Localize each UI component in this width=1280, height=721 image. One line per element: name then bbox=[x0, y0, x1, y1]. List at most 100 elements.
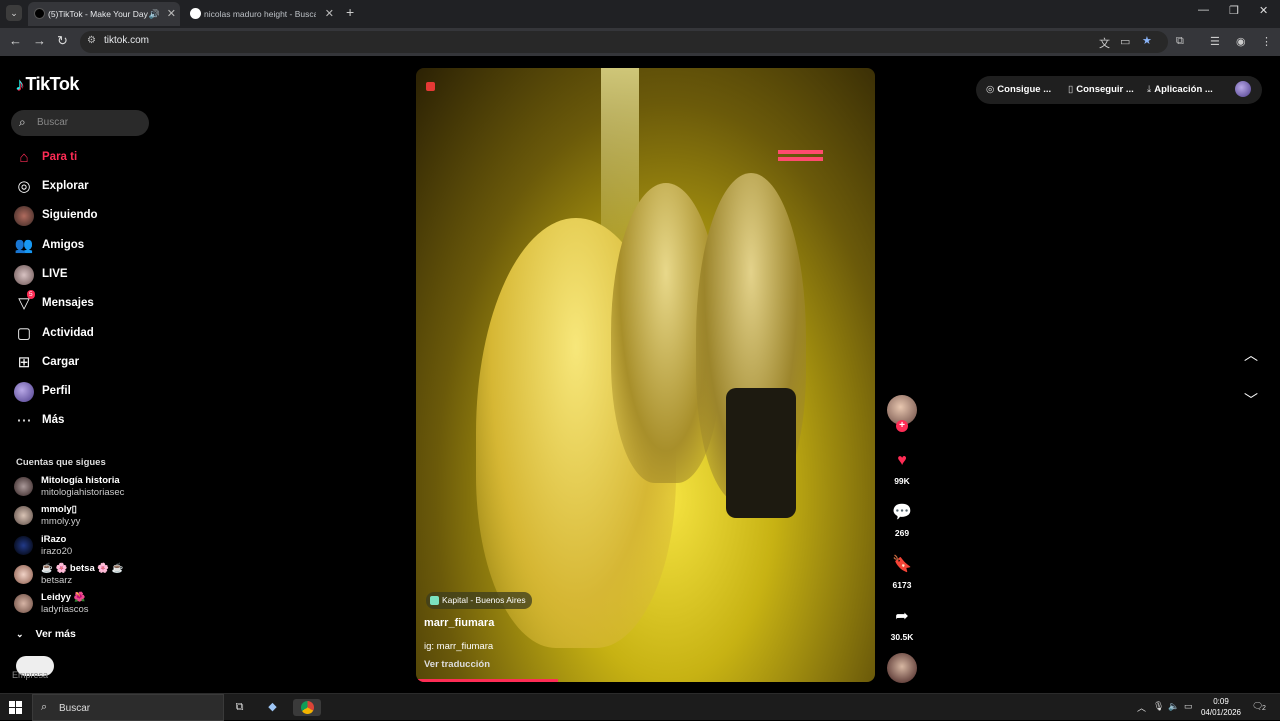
search-input[interactable]: ⌕ Buscar bbox=[11, 110, 149, 136]
nav-mensajes[interactable]: ▽ 5 Mensajes bbox=[14, 290, 164, 316]
following-avatar-icon bbox=[14, 206, 34, 226]
menu-kebab-icon[interactable]: ⋮ bbox=[1261, 35, 1272, 48]
close-window-icon[interactable]: ✕ bbox=[1259, 4, 1268, 17]
new-tab-icon[interactable]: + bbox=[346, 4, 354, 20]
following-account[interactable]: iRazo irazo20 bbox=[14, 534, 164, 558]
activity-icon: ▢ bbox=[16, 325, 32, 342]
search-icon: ⌕ bbox=[41, 701, 48, 713]
like-button[interactable]: ♥ 99K bbox=[884, 451, 920, 486]
bookmark-star-icon[interactable]: ★ bbox=[1142, 34, 1152, 47]
reading-list-icon[interactable]: ☰ bbox=[1210, 35, 1220, 48]
avatar bbox=[14, 506, 33, 525]
location-tag[interactable]: Kapital - Buenos Aires bbox=[426, 592, 532, 609]
following-account[interactable]: ☕ 🌸 betsa 🌸 ☕ betsarz bbox=[14, 563, 164, 587]
following-account[interactable]: Leidyy 🌺 ladyriascos bbox=[14, 592, 164, 616]
windows-taskbar: ⌕ Buscar ⧉ ◆ ︿ 🎙 🔈 ▭ 0:09 04/01/2026 🗨 2 bbox=[0, 693, 1280, 721]
nav-siguiendo[interactable]: Siguiendo bbox=[14, 206, 164, 228]
microphone-icon[interactable]: 🎙 bbox=[1153, 701, 1164, 712]
restore-icon[interactable]: ❐ bbox=[1229, 4, 1239, 17]
user-avatar[interactable] bbox=[1235, 81, 1251, 97]
follow-plus-icon[interactable]: + bbox=[896, 420, 908, 432]
close-tab-icon[interactable]: ✕ bbox=[325, 2, 334, 26]
video-player[interactable]: Kapital - Buenos Aires marr_fiumara ig: … bbox=[416, 68, 875, 682]
tray-chevron-icon[interactable]: ︿ bbox=[1137, 701, 1146, 714]
heart-icon: ♥ bbox=[897, 452, 907, 469]
network-icon[interactable]: ▭ bbox=[1184, 701, 1193, 712]
following-account[interactable]: Mitología historia mitologiahistoriasec bbox=[14, 475, 164, 499]
address-bar[interactable]: ⚙ tiktok.com 文 ▭ ★ bbox=[80, 31, 1168, 53]
back-icon[interactable]: ← bbox=[9, 33, 22, 48]
nav-explorar[interactable]: ◎ Explorar bbox=[14, 177, 164, 199]
see-more-link[interactable]: ⌄ Ver más bbox=[16, 628, 76, 640]
tab-tiktok[interactable]: (5)TikTok - Make Your Day 🔊 ✕ bbox=[28, 2, 180, 26]
download-icon: ⤓ bbox=[1147, 84, 1152, 95]
comment-button[interactable]: 💬 269 bbox=[884, 503, 920, 538]
minimize-icon[interactable]: — bbox=[1198, 4, 1209, 16]
nav-cargar[interactable]: ⊞ Cargar bbox=[14, 353, 164, 375]
video-progress-bar[interactable] bbox=[416, 679, 559, 682]
chevron-down-icon: ⌄ bbox=[16, 629, 24, 639]
share-button[interactable]: ➦ 30.5K bbox=[884, 607, 920, 642]
friends-icon: 👥 bbox=[14, 237, 34, 254]
windows-start-icon[interactable] bbox=[9, 701, 22, 714]
avatar bbox=[14, 565, 33, 584]
tab-search-icon[interactable]: ⌄ bbox=[6, 5, 22, 21]
save-button[interactable]: 🔖 6173 bbox=[884, 555, 920, 590]
video-caption: ig: marr_fiumara bbox=[424, 641, 494, 652]
nav-para-ti[interactable]: ⌂ Para ti bbox=[14, 148, 164, 170]
nav-mas[interactable]: ⋯ Más bbox=[14, 411, 164, 433]
forward-icon[interactable]: → bbox=[33, 33, 46, 48]
chevron-up-icon[interactable]: ︿ bbox=[1244, 345, 1258, 365]
upload-icon: ⊞ bbox=[17, 354, 31, 371]
nav-live[interactable]: LIVE bbox=[14, 265, 164, 287]
translate-icon[interactable]: 文 bbox=[1099, 35, 1110, 51]
footer-link[interactable]: Empresa bbox=[12, 670, 48, 680]
tab-title: (5)TikTok - Make Your Day bbox=[48, 9, 148, 19]
video-author[interactable]: marr_fiumara bbox=[424, 617, 494, 629]
close-tab-icon[interactable]: ✕ bbox=[167, 2, 176, 26]
compass-icon: ◎ bbox=[17, 178, 31, 195]
like-count: 99K bbox=[894, 476, 910, 486]
tab-search[interactable]: nicolas maduro height - Buscar ✕ bbox=[184, 2, 338, 26]
site-info-icon[interactable]: ⚙ bbox=[87, 35, 96, 46]
following-title: Cuentas que sigues bbox=[16, 457, 106, 468]
phone-icon: ▯ bbox=[1068, 84, 1074, 95]
share-count: 30.5K bbox=[890, 632, 914, 642]
taskbar-search[interactable]: ⌕ Buscar bbox=[32, 694, 224, 721]
reload-icon[interactable]: ↻ bbox=[57, 33, 68, 49]
save-count: 6173 bbox=[892, 580, 912, 590]
nav-actividad[interactable]: ▢ Actividad bbox=[14, 324, 164, 346]
nav-perfil[interactable]: Perfil bbox=[14, 382, 164, 404]
avatar bbox=[14, 594, 33, 613]
notification-count: 2 bbox=[1262, 705, 1266, 712]
extensions-icon[interactable]: ⧉ bbox=[1176, 35, 1184, 48]
translate-link[interactable]: Ver traducción bbox=[424, 659, 490, 670]
tiktok-logo[interactable]: ♪ TikTok bbox=[15, 74, 79, 95]
get-coins-button[interactable]: ◎ Consigue ... bbox=[986, 84, 1051, 95]
taskbar-clock[interactable]: 0:09 04/01/2026 bbox=[1200, 696, 1242, 718]
url-text: tiktok.com bbox=[104, 35, 150, 46]
profile-avatar-icon[interactable]: ◉ bbox=[1236, 35, 1246, 48]
volume-icon[interactable]: 🔈 bbox=[1168, 701, 1179, 712]
speaker-icon[interactable]: 🔊 bbox=[149, 2, 160, 26]
top-actions-bar: ◎ Consigue ... ▯ Conseguir ... ⤓ Aplicación… bbox=[976, 76, 1262, 104]
chevron-down-icon[interactable]: ﹀ bbox=[1244, 390, 1258, 410]
get-app-button[interactable]: ▯ Conseguir ... bbox=[1068, 84, 1134, 95]
comment-count: 269 bbox=[894, 528, 910, 538]
comment-icon: 💬 bbox=[892, 504, 912, 521]
steam-icon[interactable]: ◆ bbox=[264, 699, 281, 716]
task-view-icon[interactable]: ⧉ bbox=[231, 699, 248, 716]
share-icon: ➦ bbox=[895, 608, 909, 625]
chrome-icon[interactable] bbox=[293, 699, 321, 716]
cast-icon[interactable]: ▭ bbox=[1120, 35, 1130, 48]
browser-tab-bar: ⌄ (5)TikTok - Make Your Day 🔊 ✕ nicolas … bbox=[0, 0, 1280, 28]
following-account[interactable]: mmoly▯ mmoly.yy bbox=[14, 504, 164, 528]
home-icon: ⌂ bbox=[19, 149, 29, 166]
music-disc[interactable] bbox=[887, 653, 917, 683]
avatar bbox=[14, 477, 33, 496]
desktop-app-button[interactable]: ⤓ Aplicación ... bbox=[1147, 84, 1213, 95]
browser-toolbar: ← → ↻ ⚙ tiktok.com 文 ▭ ★ ⧉ ☰ ◉ ⋮ bbox=[0, 28, 1280, 56]
tab-title: nicolas maduro height - Buscar bbox=[204, 9, 316, 19]
nav-amigos[interactable]: 👥 Amigos bbox=[14, 236, 164, 258]
neon-light bbox=[778, 150, 823, 154]
